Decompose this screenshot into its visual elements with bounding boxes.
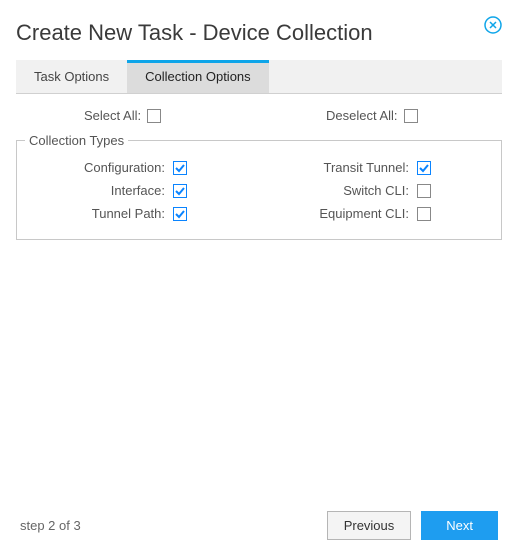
transit-tunnel-label: Transit Tunnel: (259, 160, 409, 175)
dialog-header: Create New Task - Device Collection (16, 14, 502, 60)
tunnel-path-row: Tunnel Path: (25, 206, 259, 221)
deselect-all-checkbox[interactable] (404, 109, 418, 123)
collection-col-left: Configuration: Interface: Tunnel Path: (25, 160, 259, 221)
tabs: Task Options Collection Options (16, 60, 502, 94)
switch-cli-checkbox[interactable] (417, 184, 431, 198)
equipment-cli-row: Equipment CLI: (259, 206, 493, 221)
interface-checkbox[interactable] (173, 184, 187, 198)
switch-cli-label: Switch CLI: (259, 183, 409, 198)
spacer (16, 240, 502, 501)
switch-cli-row: Switch CLI: (259, 183, 493, 198)
equipment-cli-label: Equipment CLI: (259, 206, 409, 221)
configuration-row: Configuration: (25, 160, 259, 175)
tab-task-options[interactable]: Task Options (16, 60, 127, 93)
step-indicator: step 2 of 3 (20, 518, 81, 533)
interface-label: Interface: (25, 183, 165, 198)
tunnel-path-label: Tunnel Path: (25, 206, 165, 221)
equipment-cli-checkbox[interactable] (417, 207, 431, 221)
select-all-checkbox[interactable] (147, 109, 161, 123)
select-all-group: Select All: (16, 108, 260, 123)
select-all-label: Select All: (84, 108, 141, 123)
close-icon[interactable] (484, 16, 502, 37)
next-button[interactable]: Next (421, 511, 498, 540)
collection-types-grid: Configuration: Interface: Tunnel Path: (25, 160, 493, 221)
collection-col-right: Transit Tunnel: Switch CLI: Equipment CL… (259, 160, 493, 221)
footer: step 2 of 3 Previous Next (16, 501, 502, 558)
previous-button[interactable]: Previous (327, 511, 412, 540)
tab-collection-options[interactable]: Collection Options (127, 60, 269, 93)
deselect-all-label: Deselect All: (326, 108, 398, 123)
dialog: Create New Task - Device Collection Task… (0, 0, 518, 558)
tunnel-path-checkbox[interactable] (173, 207, 187, 221)
transit-tunnel-row: Transit Tunnel: (259, 160, 493, 175)
collection-types-legend: Collection Types (25, 133, 128, 148)
dialog-title: Create New Task - Device Collection (16, 20, 373, 46)
deselect-all-group: Deselect All: (260, 108, 502, 123)
configuration-checkbox[interactable] (173, 161, 187, 175)
collection-types-fieldset: Collection Types Configuration: Interfac… (16, 133, 502, 240)
transit-tunnel-checkbox[interactable] (417, 161, 431, 175)
configuration-label: Configuration: (25, 160, 165, 175)
toolbar: Select All: Deselect All: (16, 94, 502, 133)
interface-row: Interface: (25, 183, 259, 198)
